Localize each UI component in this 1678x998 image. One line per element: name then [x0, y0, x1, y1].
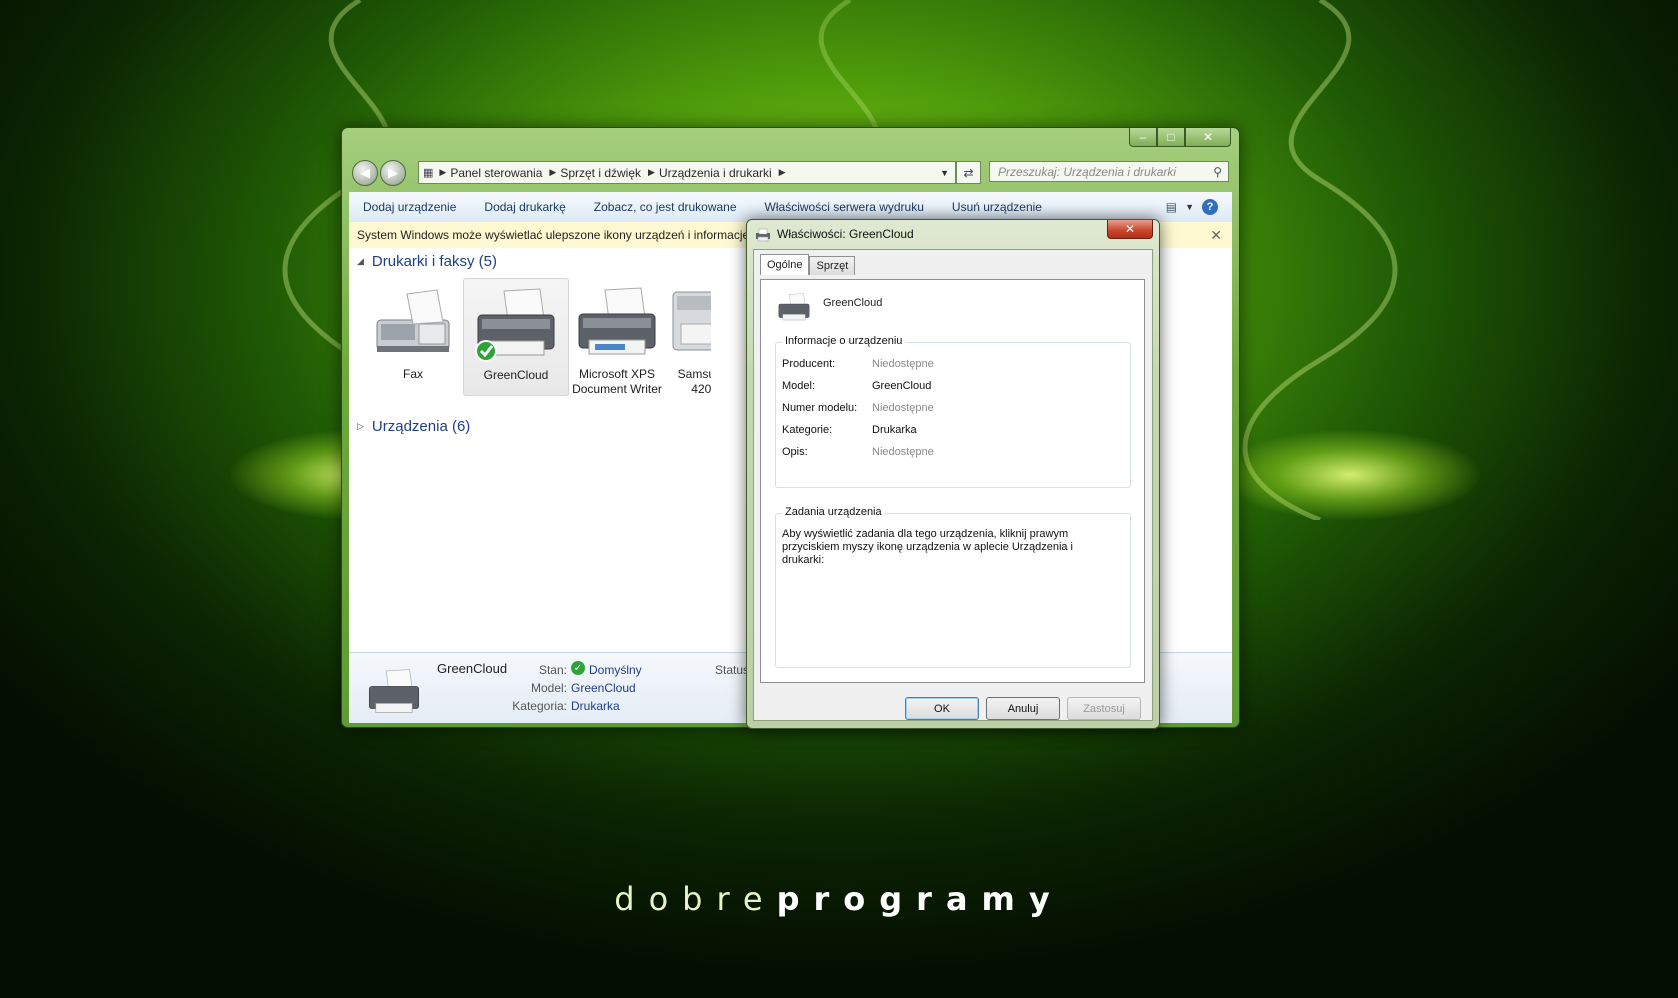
help-icon[interactable]: ? [1202, 199, 1218, 215]
brand-light: dobre [614, 880, 777, 918]
info-row-model-number: Numer modelu: Niedostępne [782, 402, 934, 414]
breadcrumb-arrow-icon: ▶ [648, 167, 655, 177]
back-button[interactable]: ◀ [352, 160, 378, 186]
breadcrumb-devices-printers[interactable]: Urządzenia i drukarki [659, 166, 772, 180]
device-tile-fax[interactable]: Fax [361, 278, 465, 394]
printer-icon [778, 293, 810, 321]
collapse-triangle-icon[interactable]: ◢ [357, 256, 364, 267]
group-printers-faxes[interactable]: ◢ Drukarki i faksy (5) [357, 253, 497, 270]
close-button[interactable]: ✕ [1185, 128, 1231, 147]
control-panel-icon: ▦ [423, 167, 434, 179]
device-tasks-text: Aby wyświetlić zadania dla tego urządzen… [782, 528, 1074, 566]
multifunction-printer-icon [672, 291, 711, 351]
group-devices-label: Urządzenia (6) [371, 418, 471, 435]
window-controls: – □ ✕ [1129, 128, 1231, 147]
view-controls: ▤ ▼ ? [1166, 199, 1232, 215]
details-category-value: Drukarka [571, 699, 620, 713]
add-device-button[interactable]: Dodaj urządzenie [349, 200, 470, 214]
background-glow-right [1220, 430, 1480, 520]
maximize-button[interactable]: □ [1157, 128, 1185, 147]
info-row-category: Kategorie: Drukarka [782, 424, 917, 436]
details-model-label: Model: [530, 681, 567, 695]
device-info-caption: Informacje o urządzeniu [782, 335, 906, 347]
add-printer-button[interactable]: Dodaj drukarkę [470, 200, 579, 214]
details-status-label: Status [715, 663, 750, 677]
info-key: Producent: [782, 358, 836, 370]
ok-button[interactable]: OK [905, 697, 979, 720]
group-printers-label: Drukarki i faksy (5) [371, 253, 497, 270]
device-tasks-group: Zadania urządzenia Aby wyświetlić zadani… [775, 506, 1131, 668]
tab-general[interactable]: Ogólne [760, 254, 810, 275]
dialog-title: Właściwości: GreenCloud [777, 227, 914, 241]
breadcrumb-control-panel[interactable]: Panel sterowania [450, 166, 542, 180]
info-value: Niedostępne [872, 358, 934, 370]
device-tile-samsung[interactable]: Samsung SCX-4200 na H [667, 278, 711, 394]
brand-logo: dobreprogramy [0, 880, 1678, 918]
info-key: Model: [782, 380, 816, 392]
info-key: Kategorie: [782, 424, 833, 436]
view-dropdown-icon[interactable]: ▼ [1185, 202, 1194, 212]
device-tile-xps-writer[interactable]: Microsoft XPS Document Writer [565, 278, 669, 396]
print-server-properties-button[interactable]: Właściwości serwera wydruku [751, 200, 938, 214]
printer-properties-dialog: Właściwości: GreenCloud ✕ Ogólne Sprzęt … [746, 219, 1160, 729]
breadcrumb-arrow-icon: ▶ [549, 167, 557, 177]
fax-icon [376, 289, 450, 352]
breadcrumb-arrow-icon: ▶ [439, 167, 447, 177]
search-icon[interactable]: ⚲ [1213, 165, 1222, 179]
printer-icon [475, 288, 555, 362]
apply-button[interactable]: Zastosuj [1067, 697, 1141, 720]
search-placeholder: Przeszukaj: Urządzenia i drukarki [998, 164, 1177, 179]
change-view-icon[interactable]: ▤ [1166, 200, 1177, 214]
info-bar-close-icon[interactable]: ✕ [1202, 227, 1222, 244]
printer-icon [368, 669, 420, 713]
remove-device-button[interactable]: Usuń urządzenie [938, 200, 1056, 214]
info-value: Niedostępne [872, 446, 934, 458]
device-tile-label: Fax [402, 367, 423, 381]
tab-hardware[interactable]: Sprzęt [809, 256, 856, 275]
info-value: Niedostępne [872, 402, 934, 414]
printer-icon [756, 228, 770, 242]
device-tasks-caption: Zadania urządzenia [782, 506, 885, 518]
device-info-group: Informacje o urządzeniu Producent: Niedos… [775, 335, 1131, 488]
dialog-close-button[interactable]: ✕ [1107, 220, 1153, 239]
details-state-label: Stan: [538, 663, 567, 677]
see-whats-printing-button[interactable]: Zobacz, co jest drukowane [580, 200, 751, 214]
device-tile-greencloud[interactable]: GreenCloud [463, 278, 569, 396]
details-state-value: Domyślny [589, 663, 642, 677]
minimize-button[interactable]: – [1129, 128, 1157, 147]
info-row-description: Opis: Niedostępne [782, 446, 934, 458]
info-row-producer: Producent: Niedostępne [782, 358, 934, 370]
refresh-button[interactable]: ⇄ [956, 161, 981, 184]
brand-bold: programy [776, 880, 1064, 918]
info-key: Numer modelu: [782, 402, 858, 414]
printer-icon [578, 287, 656, 355]
info-value: GreenCloud [872, 380, 932, 392]
address-dropdown-icon[interactable]: ▼ [940, 168, 949, 178]
device-tile-label: Samsung SCX-4200 na H [677, 367, 711, 394]
device-tile-label: GreenCloud [483, 368, 549, 382]
general-tab-panel: GreenCloud Informacje o urządzeniu Produ… [760, 279, 1145, 683]
details-model-value: GreenCloud [571, 681, 636, 695]
dialog-body: Ogólne Sprzęt GreenCloud Informacje o ur… [753, 249, 1153, 721]
info-key: Opis: [782, 446, 808, 458]
device-tile-label: Microsoft XPS Document Writer [572, 367, 662, 396]
breadcrumb-hardware-sound[interactable]: Sprzęt i dźwięk [560, 166, 641, 180]
forward-button[interactable]: ▶ [380, 160, 406, 186]
dialog-tabs: Ogólne Sprzęt [760, 254, 856, 275]
details-category-label: Kategoria: [512, 699, 567, 713]
cancel-button[interactable]: Anuluj [986, 697, 1060, 720]
expand-triangle-icon[interactable]: ▷ [357, 421, 364, 432]
address-bar[interactable]: ▦ ▶ Panel sterowania ▶ Sprzęt i dźwięk ▶… [418, 161, 956, 184]
search-input[interactable]: Przeszukaj: Urządzenia i drukarki ⚲ [989, 161, 1229, 182]
info-row-model: Model: GreenCloud [782, 380, 931, 392]
info-bar-text: System Windows może wyświetlać ulepszone… [357, 228, 750, 242]
breadcrumb-arrow-icon: ▶ [778, 167, 786, 177]
dialog-device-name: GreenCloud [823, 297, 883, 309]
group-devices[interactable]: ▷ Urządzenia (6) [357, 418, 470, 435]
default-check-icon: ✓ [571, 661, 585, 675]
info-value: Drukarka [872, 424, 917, 436]
